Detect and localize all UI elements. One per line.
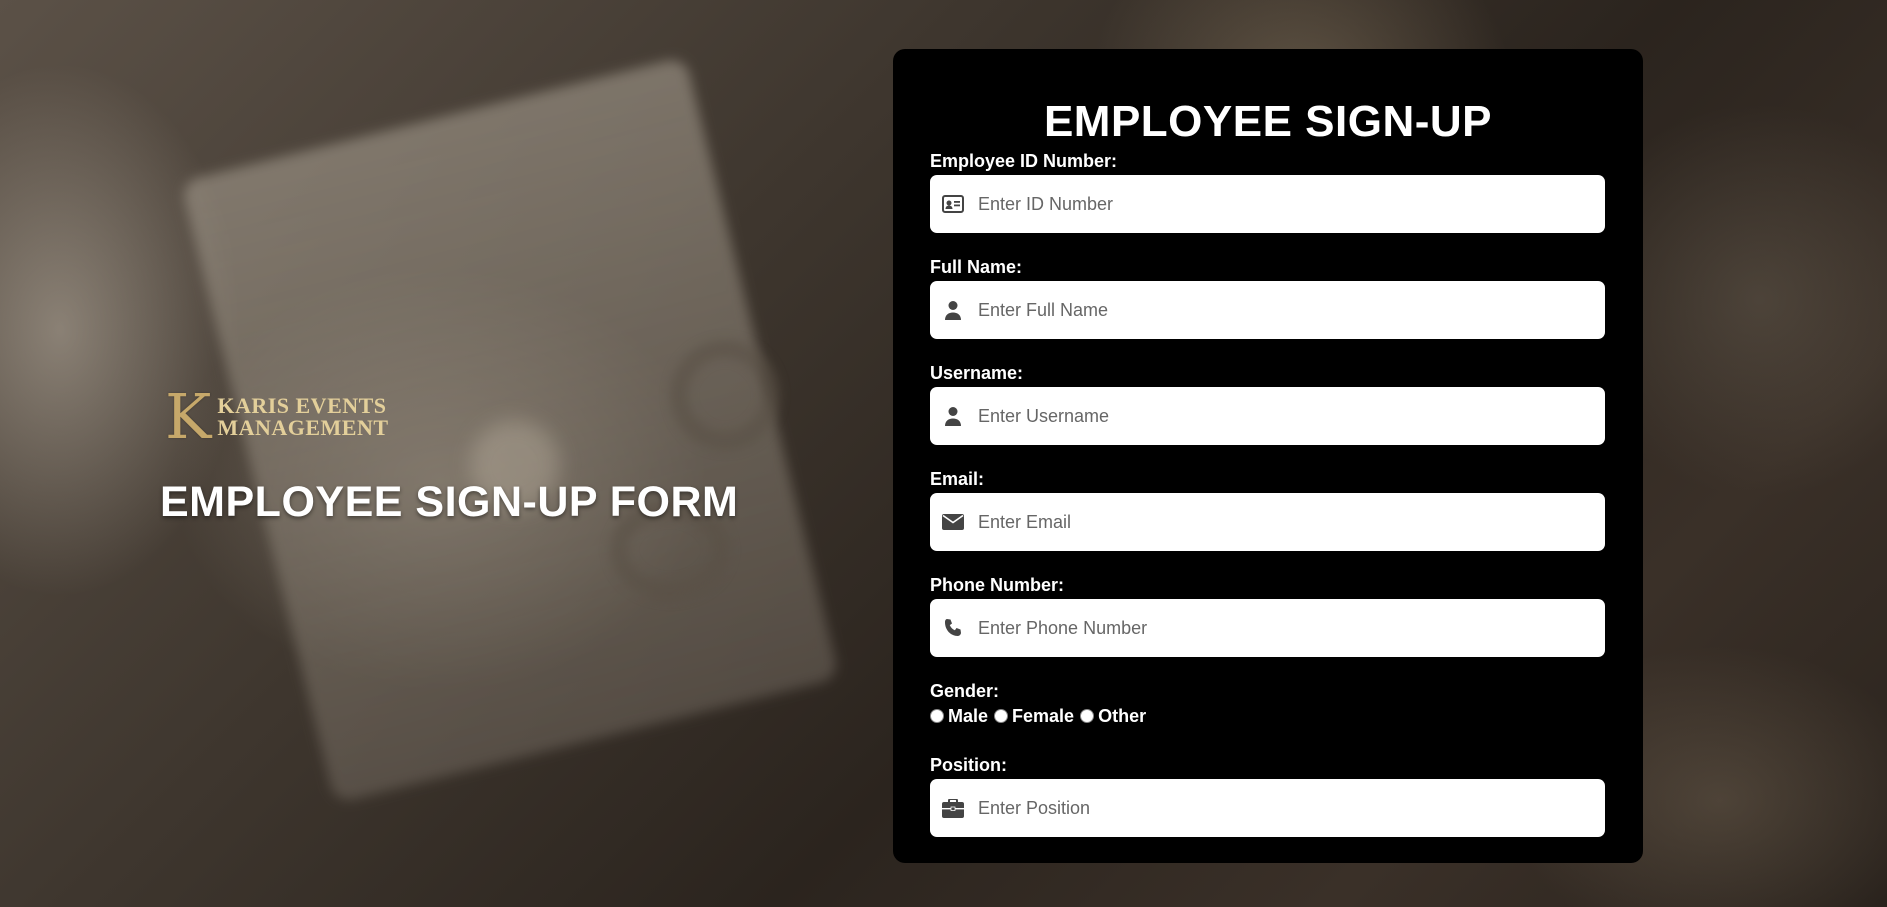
- username-input[interactable]: [978, 396, 1578, 436]
- position-field[interactable]: [930, 779, 1605, 837]
- gender-option-male[interactable]: Male: [930, 706, 988, 727]
- radio-male[interactable]: [930, 709, 944, 723]
- email-label: Email:: [930, 469, 985, 489]
- phone-icon: [940, 616, 966, 640]
- logo-line-2: MANAGEMENT: [217, 415, 389, 440]
- company-logo: K KARIS EVENTS MANAGEMENT: [165, 380, 389, 453]
- radio-female[interactable]: [994, 709, 1009, 723]
- radio-label-male: Male: [948, 705, 989, 726]
- full-name-label: Full Name:: [930, 257, 1023, 277]
- employee-id-field[interactable]: [930, 175, 1605, 233]
- id-card-icon: [940, 192, 966, 216]
- phone-field[interactable]: [930, 599, 1605, 657]
- gender-option-other[interactable]: Other: [1080, 706, 1146, 727]
- radio-label-female: Female: [1012, 705, 1075, 726]
- envelope-icon: [940, 510, 966, 534]
- employee-id-label: Employee ID Number:: [930, 151, 1118, 171]
- radio-other[interactable]: [1080, 709, 1095, 723]
- page-heading: EMPLOYEE SIGN-UP FORM: [160, 478, 739, 526]
- gender-options: Male Female Other: [930, 703, 1606, 729]
- background-ring: [670, 340, 780, 450]
- phone-label: Phone Number:: [930, 575, 1065, 595]
- full-name-field[interactable]: [930, 281, 1605, 339]
- form-title: EMPLOYEE SIGN-UP: [1043, 97, 1493, 146]
- position-input[interactable]: [978, 788, 1578, 828]
- username-label: Username:: [930, 363, 1024, 383]
- logo-line-1: KARIS EVENTS: [217, 393, 387, 418]
- email-input[interactable]: [978, 502, 1578, 542]
- logo-letter: K: [165, 380, 212, 453]
- user-icon: [940, 404, 966, 428]
- gender-label: Gender:: [930, 681, 1000, 701]
- phone-input[interactable]: [978, 608, 1578, 648]
- username-field[interactable]: [930, 387, 1605, 445]
- full-name-input[interactable]: [978, 290, 1578, 330]
- email-field[interactable]: [930, 493, 1605, 551]
- logo-text: KARIS EVENTS MANAGEMENT: [217, 395, 388, 439]
- employee-id-input[interactable]: [978, 184, 1578, 224]
- position-label: Position:: [930, 755, 1007, 775]
- gender-option-female[interactable]: Female: [994, 706, 1074, 727]
- briefcase-icon: [940, 796, 966, 820]
- user-icon: [940, 298, 966, 322]
- signup-form-panel: EMPLOYEE SIGN-UP Employee ID Number: Ful…: [893, 49, 1643, 863]
- radio-label-other: Other: [1098, 705, 1147, 726]
